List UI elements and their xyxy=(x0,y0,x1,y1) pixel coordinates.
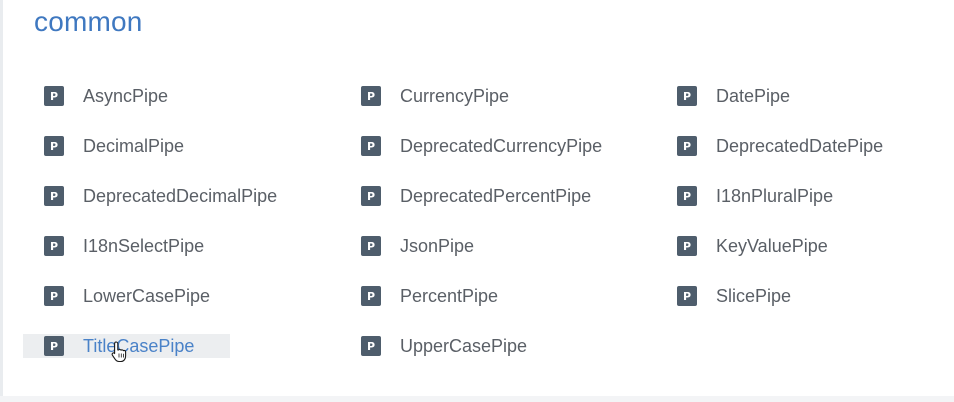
pipe-badge-icon: P xyxy=(677,86,697,106)
pipe-badge-icon: P xyxy=(677,236,697,256)
pipe-link-slicepipe[interactable]: P SlicePipe xyxy=(677,284,791,308)
pipe-link-deprecatedcurrencypipe[interactable]: P DeprecatedCurrencyPipe xyxy=(361,134,602,158)
api-list-page: common P AsyncPipe P CurrencyPipe P Date… xyxy=(0,0,954,402)
pipe-grid: P AsyncPipe P CurrencyPipe P DatePipe P … xyxy=(0,0,954,402)
pipe-link-currencypipe[interactable]: P CurrencyPipe xyxy=(361,84,509,108)
pipe-label: AsyncPipe xyxy=(83,86,169,106)
pipe-badge-icon: P xyxy=(44,136,64,156)
pipe-badge-icon: P xyxy=(44,336,64,356)
pipe-link-uppercasepipe[interactable]: P UpperCasePipe xyxy=(361,334,527,358)
pipe-label: TitleCasePipe xyxy=(83,336,195,356)
pipe-badge-icon: P xyxy=(677,186,697,206)
pipe-link-jsonpipe[interactable]: P JsonPipe xyxy=(361,234,474,258)
pipe-label: DeprecatedPercentPipe xyxy=(400,186,592,206)
pipe-label: UpperCasePipe xyxy=(400,336,528,356)
pipe-link-datepipe[interactable]: P DatePipe xyxy=(677,84,790,108)
pipe-label: DeprecatedDatePipe xyxy=(716,136,884,156)
pipe-badge-icon: P xyxy=(361,286,381,306)
pipe-badge-icon: P xyxy=(677,136,697,156)
pipe-link-deprecatedpercentpipe[interactable]: P DeprecatedPercentPipe xyxy=(361,184,591,208)
pipe-link-i18npluralpipe[interactable]: P I18nPluralPipe xyxy=(677,184,833,208)
pipe-link-percentpipe[interactable]: P PercentPipe xyxy=(361,284,498,308)
pipe-badge-icon: P xyxy=(361,236,381,256)
pipe-label: LowerCasePipe xyxy=(83,286,211,306)
pipe-link-deprecateddecimalpipe[interactable]: P DeprecatedDecimalPipe xyxy=(44,184,277,208)
pipe-link-titlecasepipe[interactable]: P TitleCasePipe xyxy=(23,334,230,358)
pipe-label: CurrencyPipe xyxy=(400,86,510,106)
pipe-label: JsonPipe xyxy=(400,236,475,256)
pipe-badge-icon: P xyxy=(44,236,64,256)
pipe-link-deprecateddatepipe[interactable]: P DeprecatedDatePipe xyxy=(677,134,883,158)
pipe-label: PercentPipe xyxy=(400,286,499,306)
bottom-border xyxy=(0,396,954,402)
pipe-badge-icon: P xyxy=(361,136,381,156)
pipe-label: DatePipe xyxy=(716,86,791,106)
pipe-badge-icon: P xyxy=(44,86,64,106)
pipe-badge-icon: P xyxy=(361,186,381,206)
pipe-link-decimalpipe[interactable]: P DecimalPipe xyxy=(44,134,184,158)
pipe-label: DeprecatedCurrencyPipe xyxy=(400,136,603,156)
pipe-label: SlicePipe xyxy=(716,286,792,306)
pipe-link-lowercasepipe[interactable]: P LowerCasePipe xyxy=(44,284,210,308)
pipe-badge-icon: P xyxy=(677,286,697,306)
pipe-label: KeyValuePipe xyxy=(716,236,828,256)
pipe-label: I18nSelectPipe xyxy=(83,236,205,256)
pipe-label: DecimalPipe xyxy=(83,136,185,156)
pipe-link-keyvaluepipe[interactable]: P KeyValuePipe xyxy=(677,234,828,258)
pipe-badge-icon: P xyxy=(44,286,64,306)
pipe-label: I18nPluralPipe xyxy=(716,186,834,206)
pipe-label: DeprecatedDecimalPipe xyxy=(83,186,278,206)
pipe-badge-icon: P xyxy=(44,186,64,206)
pipe-link-i18nselectpipe[interactable]: P I18nSelectPipe xyxy=(44,234,204,258)
pipe-badge-icon: P xyxy=(361,86,381,106)
pipe-badge-icon: P xyxy=(361,336,381,356)
pipe-link-asyncpipe[interactable]: P AsyncPipe xyxy=(44,84,168,108)
